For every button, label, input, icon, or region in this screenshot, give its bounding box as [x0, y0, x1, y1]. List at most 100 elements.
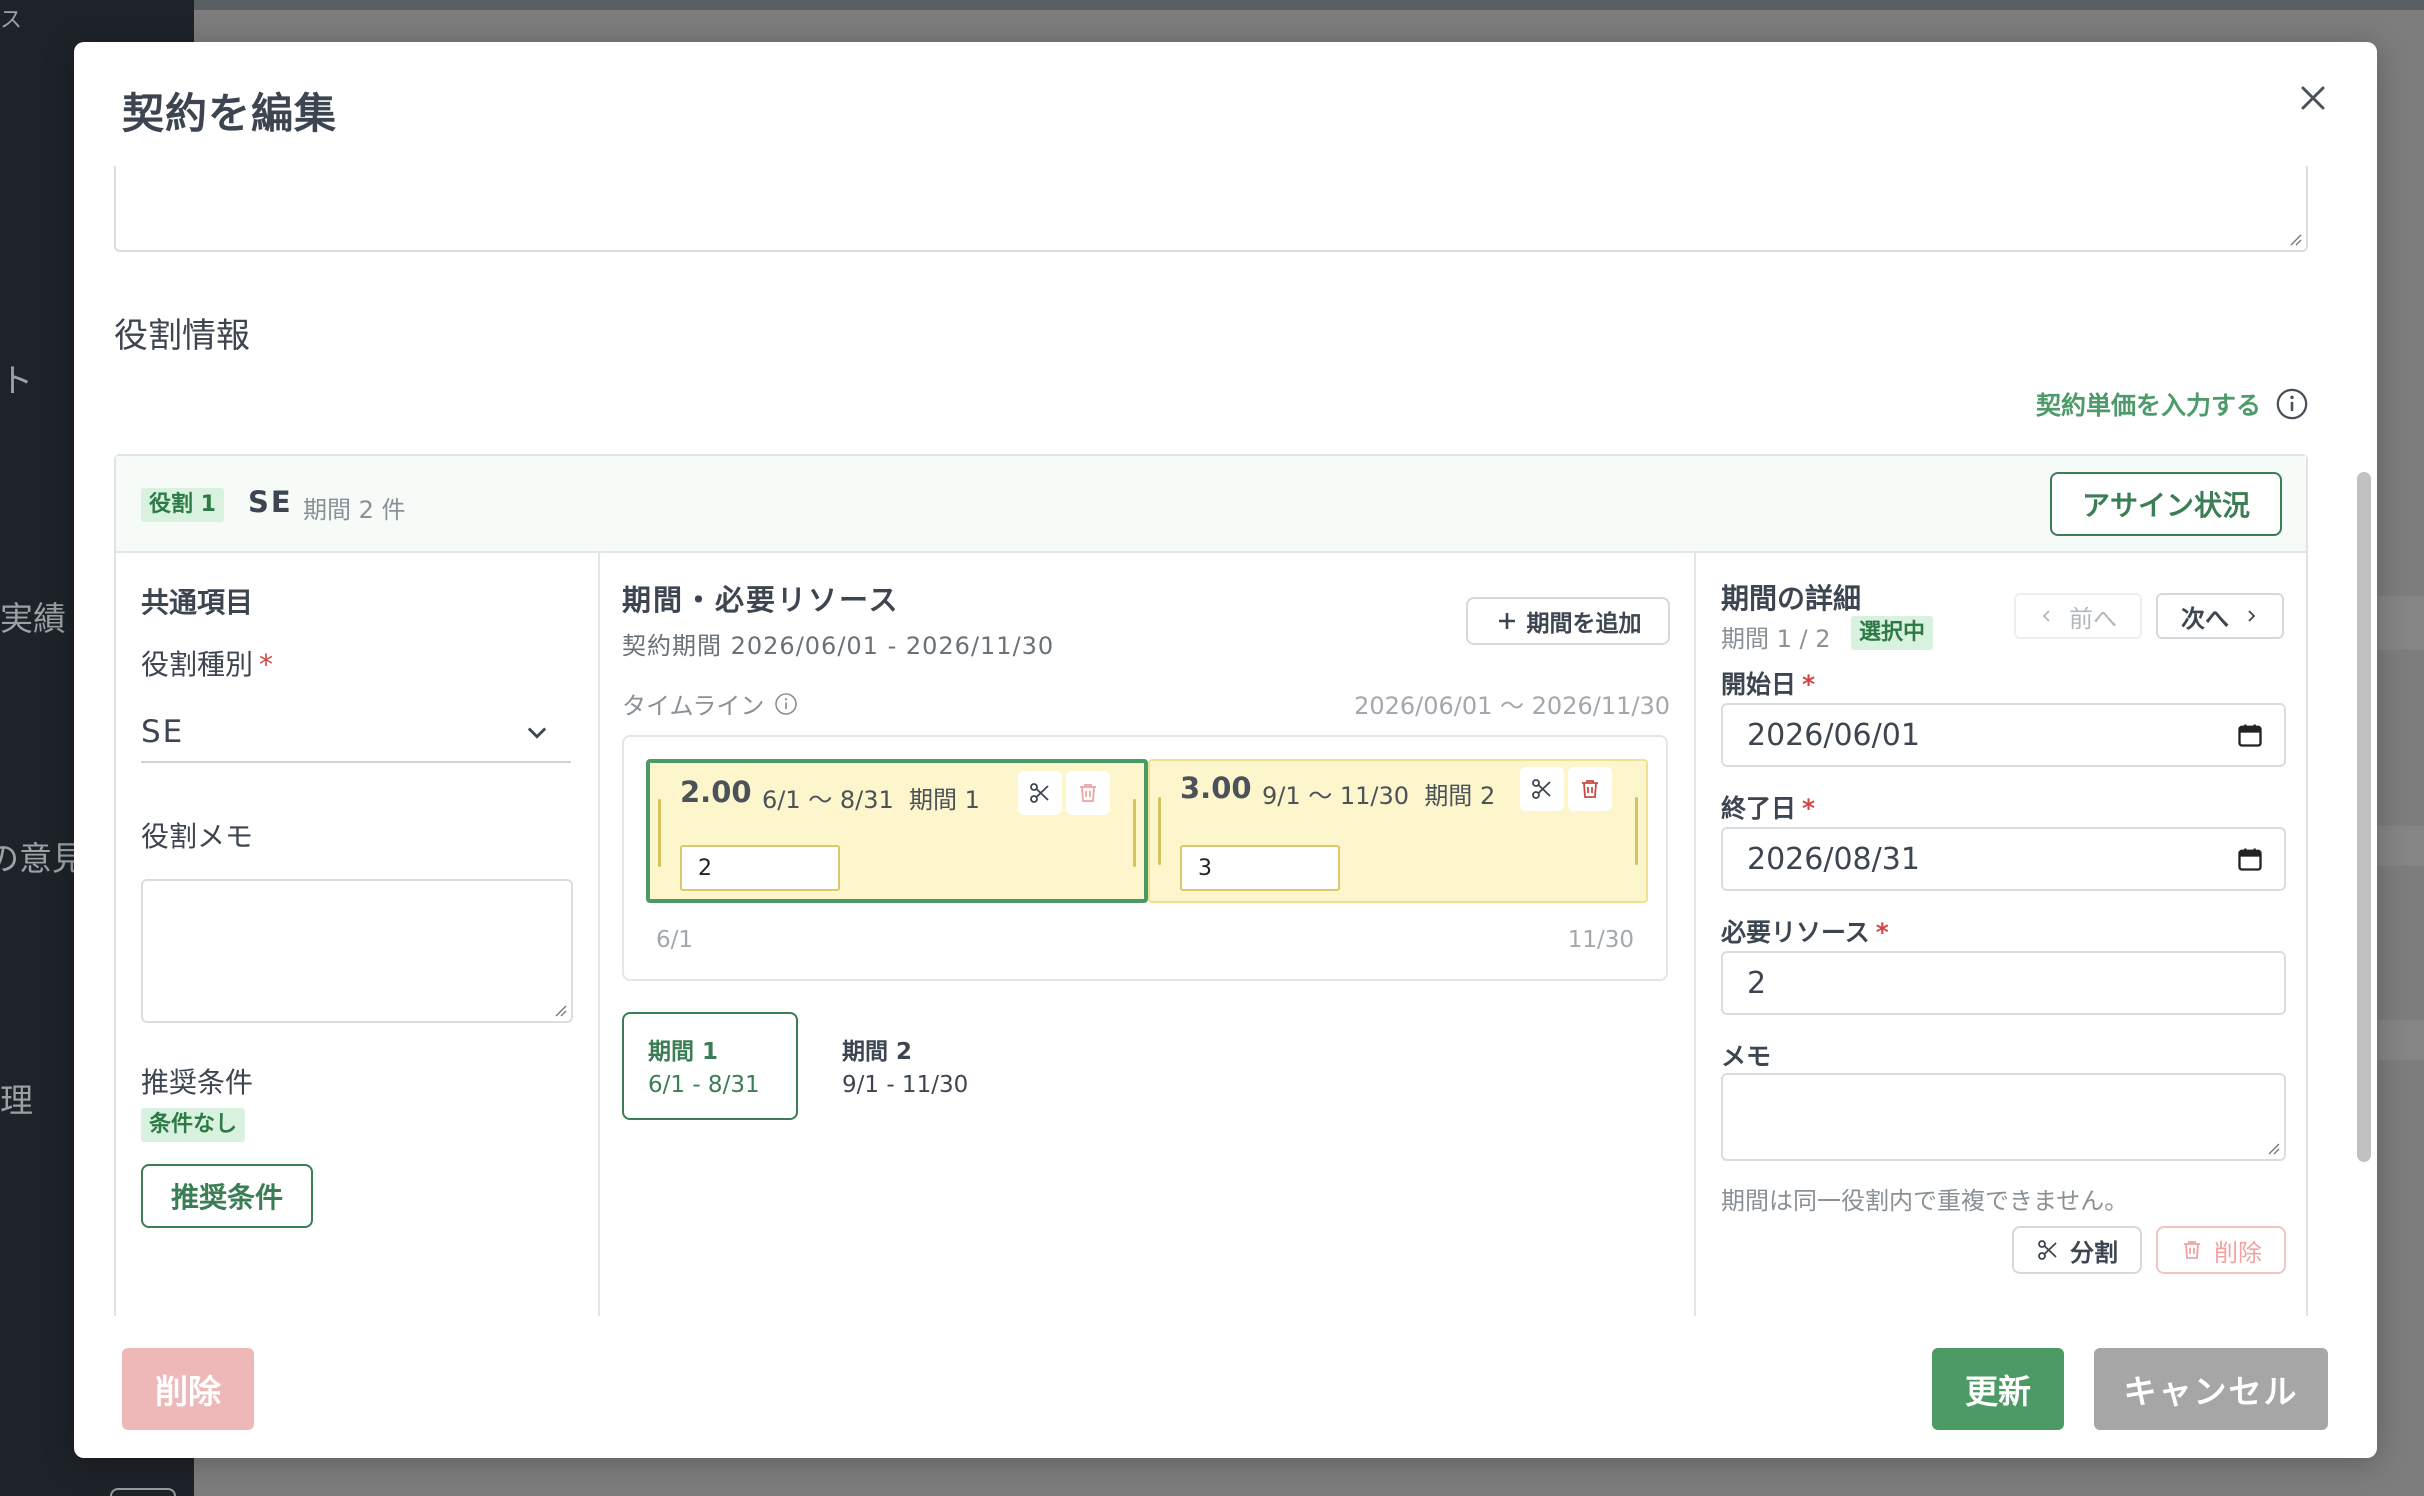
calendar-icon[interactable] [2236, 721, 2264, 749]
scissors-icon [1532, 779, 1551, 799]
modal-title: 契約を編集 [122, 89, 338, 138]
start-date-input[interactable]: 2026/06/01 [1721, 703, 2286, 767]
end-date-label: 終了日 * [1721, 794, 1816, 823]
common-fields-title: 共通項目 [141, 586, 254, 619]
trash-icon [2184, 1241, 2200, 1259]
drag-handle[interactable] [658, 799, 661, 867]
scissors-icon [2038, 1240, 2057, 1260]
unit-price-link[interactable]: 契約単価を入力する [2036, 386, 2309, 422]
common-fields-column: 共通項目 役割種別 * SE 役割メモ 推奨条件 条件なし 推奨条件 [116, 553, 598, 1316]
assign-status-button[interactable]: アサイン状況 [2050, 472, 2282, 536]
drag-handle[interactable] [1133, 799, 1136, 867]
info-icon[interactable] [2275, 387, 2309, 421]
memo-label: メモ [1721, 1042, 1772, 1071]
edit-contract-modal: 契約を編集 役割情報 契約単価を入力する 役割 1 SE 期間 2 件 アサイン… [74, 42, 2377, 1458]
drag-handle[interactable] [1158, 797, 1161, 865]
unit-price-link-label: 契約単価を入力する [2035, 391, 2261, 420]
update-button[interactable]: 更新 [1932, 1348, 2064, 1430]
chevron-left-icon [2042, 610, 2050, 622]
chevron-down-icon [527, 727, 547, 739]
selected-badge: 選択中 [1851, 616, 1934, 650]
bg-sidebar-item: の意見 [0, 839, 85, 878]
resize-grip-icon [2290, 234, 2302, 246]
contract-period: 契約期間 2026/06/01 - 2026/11/30 [622, 632, 1055, 660]
add-period-label: 期間を追加 [1526, 611, 1642, 637]
background-row [2370, 826, 2424, 866]
background-row [2370, 1020, 2424, 1060]
section-title: 役割情報 [114, 316, 250, 356]
role-card: 役割 1 SE 期間 2 件 アサイン状況 共通項目 役割種別 * SE 役割メモ [114, 454, 2308, 1316]
next-period-button[interactable]: 次へ [2156, 593, 2284, 639]
role-type-select[interactable]: SE [141, 703, 571, 763]
close-icon [2301, 86, 2325, 110]
role-type-value: SE [141, 714, 185, 750]
period-chip-1[interactable]: 期間 1 6/1 - 8/31 [622, 1012, 798, 1120]
delete-label: 削除 [2214, 1238, 2262, 1267]
segment-resource-input[interactable]: 2 [680, 845, 840, 891]
recommend-condition-button[interactable]: 推奨条件 [141, 1164, 313, 1228]
recommend-label: 推奨条件 [141, 1066, 254, 1099]
add-period-button[interactable]: 期間を追加 [1466, 597, 1670, 645]
split-segment-button[interactable] [1520, 767, 1564, 811]
period-chip-range: 9/1 - 11/30 [842, 1072, 969, 1098]
bg-sidebar-item: 実績 [0, 599, 66, 638]
cancel-button[interactable]: キャンセル [2094, 1348, 2328, 1430]
modal-body[interactable]: 役割情報 契約単価を入力する 役割 1 SE 期間 2 件 アサイン状況 共通項… [74, 166, 2377, 1316]
timeline-segment-period-2[interactable]: 3.00 9/1 〜 11/30 期間 2 3 [1148, 759, 1648, 903]
prev-period-button[interactable]: 前へ [2014, 593, 2142, 639]
split-button[interactable]: 分割 [2012, 1226, 2142, 1274]
segment-dates: 6/1 〜 8/31 期間 1 [762, 786, 980, 814]
notes-textarea[interactable] [114, 166, 2308, 252]
bg-sidebar-item: 理 [0, 1081, 33, 1120]
chevron-right-icon [2248, 610, 2256, 622]
period-chip-name: 期間 1 [648, 1039, 719, 1065]
timeline-label: タイムライン [622, 686, 798, 721]
role-type-label: 役割種別 * [141, 648, 274, 681]
timeline: 2.00 6/1 〜 8/31 期間 1 2 3.00 9/1 〜 11/30 … [622, 735, 1668, 981]
role-badge: 役割 1 [141, 488, 224, 522]
role-memo-textarea[interactable] [141, 879, 573, 1023]
calendar-icon[interactable] [2236, 845, 2264, 873]
delete-segment-button[interactable] [1066, 771, 1110, 815]
role-header: 役割 1 SE 期間 2 件 アサイン状況 [116, 456, 2306, 553]
drag-handle[interactable] [1635, 797, 1638, 865]
periods-title: 期間・必要リソース [622, 583, 900, 617]
start-date-label: 開始日 * [1721, 670, 1816, 699]
role-memo-label: 役割メモ [141, 820, 254, 853]
resource-label: 必要リソース * [1721, 918, 1889, 947]
background-topbar [194, 0, 2424, 10]
resize-grip-icon [555, 1005, 567, 1017]
period-detail-column: 期間の詳細 期間 1 / 2 選択中 前へ 次へ 開始日 * 2026/06/01… [1696, 553, 2308, 1316]
overlap-hint: 期間は同一役割内で重複できません。 [1721, 1187, 2129, 1215]
background-button [110, 1488, 176, 1496]
period-chip-2[interactable]: 期間 2 9/1 - 11/30 [816, 1012, 1016, 1120]
resize-grip-icon [2268, 1143, 2280, 1155]
timeline-tick-end: 11/30 [1567, 927, 1634, 953]
segment-value: 2.00 [680, 775, 752, 809]
scrollbar-thumb[interactable] [2357, 472, 2371, 1162]
period-detail-title: 期間の詳細 [1721, 582, 1862, 615]
info-icon[interactable] [774, 692, 798, 716]
end-date-input[interactable]: 2026/08/31 [1721, 827, 2286, 891]
delete-period-button[interactable]: 削除 [2156, 1226, 2286, 1274]
close-button[interactable] [2285, 70, 2341, 126]
role-name: SE [248, 485, 293, 519]
role-period-count: 期間 2 件 [303, 496, 406, 524]
timeline-tick-start: 6/1 [656, 927, 694, 953]
split-label: 分割 [2070, 1238, 2118, 1267]
memo-textarea[interactable] [1721, 1073, 2286, 1161]
segment-resource-input[interactable]: 3 [1180, 845, 1340, 891]
trash-icon [1080, 784, 1096, 802]
resource-input[interactable]: 2 [1721, 951, 2286, 1015]
next-label: 次へ [2181, 604, 2229, 633]
period-chip-name: 期間 2 [842, 1039, 913, 1065]
delete-contract-button[interactable]: 削除 [122, 1348, 254, 1430]
plus-icon [1498, 613, 1515, 629]
delete-segment-button[interactable] [1568, 767, 1612, 811]
period-chip-range: 6/1 - 8/31 [648, 1072, 760, 1098]
split-segment-button[interactable] [1018, 771, 1062, 815]
period-pager: 期間 1 / 2 [1721, 625, 1831, 653]
timeline-segment-period-1[interactable]: 2.00 6/1 〜 8/31 期間 1 2 [646, 759, 1148, 903]
trash-icon [1582, 780, 1598, 798]
prev-label: 前へ [2069, 604, 2117, 633]
